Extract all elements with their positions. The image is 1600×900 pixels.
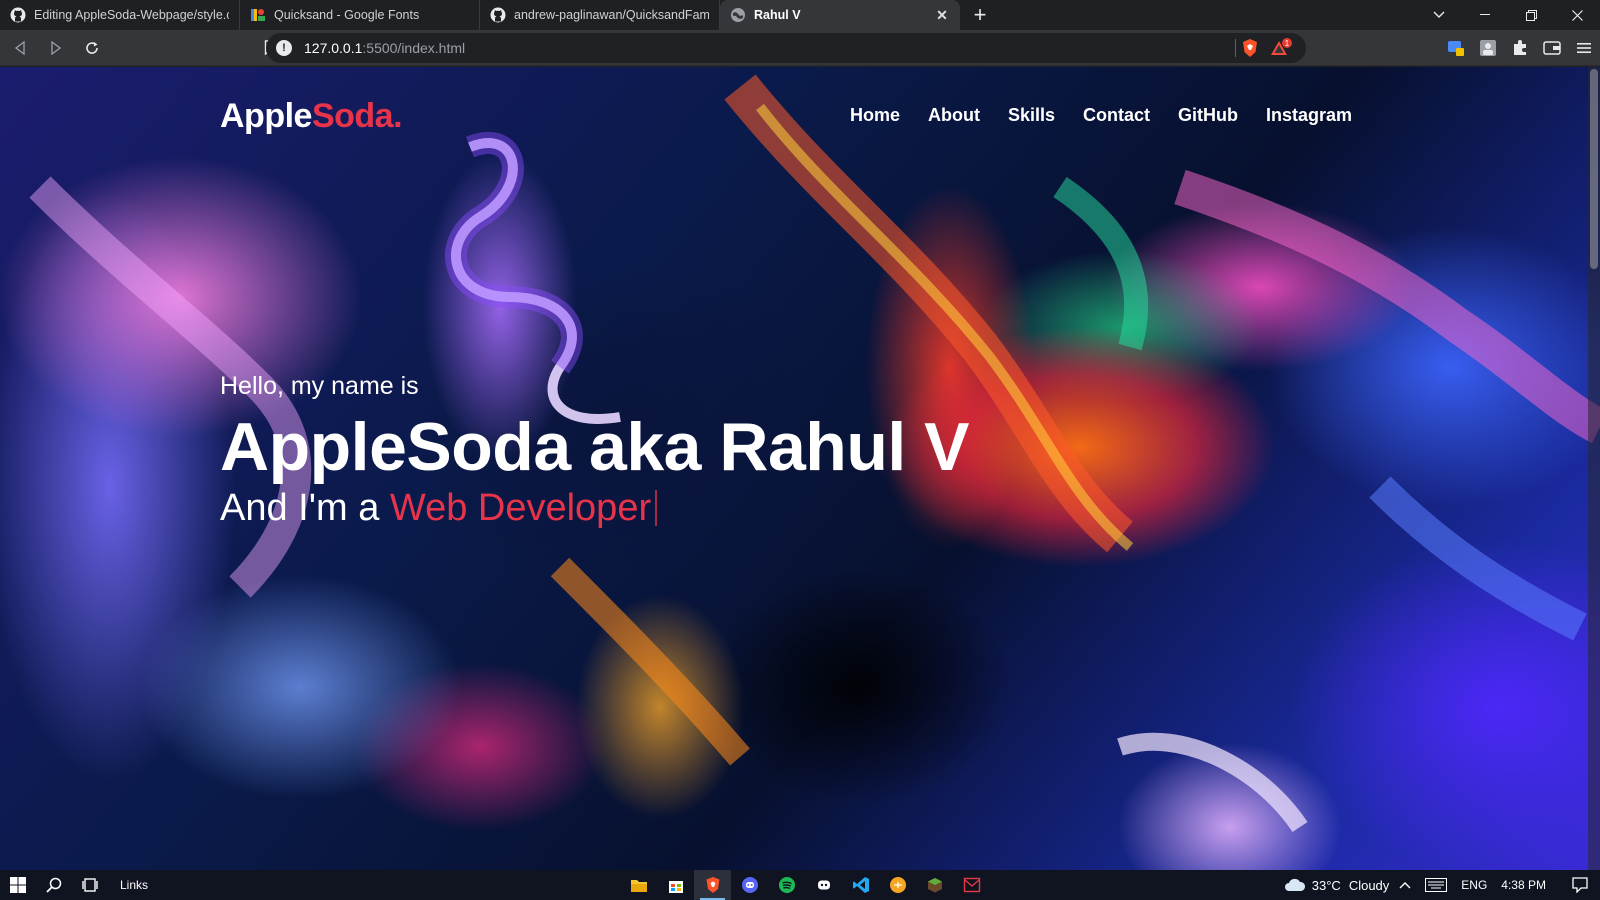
discord-icon[interactable] <box>731 870 768 900</box>
windows-start-icon[interactable] <box>0 870 36 900</box>
tab-title: Quicksand - Google Fonts <box>274 8 420 22</box>
mail-icon[interactable] <box>953 870 990 900</box>
typing-cursor <box>655 490 658 526</box>
scrollbar-thumb[interactable] <box>1590 69 1598 269</box>
menu-icon[interactable] <box>1568 32 1600 64</box>
wallet-icon[interactable] <box>1536 32 1568 64</box>
tab-title: Rahul V <box>754 8 801 22</box>
window-controls <box>1416 0 1600 30</box>
weather-condition: Cloudy <box>1348 877 1390 893</box>
brave-icon[interactable] <box>694 870 731 900</box>
close-tab-icon[interactable]: ✕ <box>934 7 950 23</box>
app-icon[interactable] <box>879 870 916 900</box>
vscode-icon[interactable] <box>842 870 879 900</box>
site-logo[interactable]: AppleSoda. <box>220 97 403 136</box>
windows-taskbar: Links 33°C Cloudy ENG 4:38 PM <box>0 870 1600 900</box>
url-host: 127.0.0.1 <box>304 40 363 56</box>
store-icon[interactable] <box>657 870 694 900</box>
tab-title: andrew-paglinawan/QuicksandFamily <box>514 8 709 22</box>
forward-icon[interactable] <box>40 32 72 64</box>
tab-quicksand-family[interactable]: andrew-paglinawan/QuicksandFamily <box>480 0 720 30</box>
hero-role-typed: Web Developer <box>389 487 652 529</box>
site-header: AppleSoda. Home About Skills Contact Git… <box>0 67 1600 167</box>
hero-role: And I'm a Web Developer <box>220 487 969 530</box>
hero-name: AppleSoda aka Rahul V <box>220 409 970 485</box>
nav-link-instagram[interactable]: Instagram <box>1266 105 1352 126</box>
extensions-area <box>1440 30 1600 66</box>
spotify-icon[interactable] <box>768 870 805 900</box>
site-nav: Home About Skills Contact GitHub Instagr… <box>850 105 1380 126</box>
github-icon <box>10 7 26 23</box>
address-bar[interactable]: ! 127.0.0.1:5500/index.html 1 <box>266 33 1306 63</box>
file-explorer-icon[interactable] <box>620 870 657 900</box>
tab-title: Editing AppleSoda-Webpage/style.css <box>34 8 229 22</box>
nav-link-home[interactable]: Home <box>850 105 900 126</box>
google-fonts-icon <box>250 7 266 23</box>
browser-toolbar: ! 127.0.0.1:5500/index.html 1 <box>0 30 1600 66</box>
new-tab-button[interactable]: + <box>960 0 1000 30</box>
reload-icon[interactable] <box>76 32 108 64</box>
profile-extension-icon[interactable] <box>1472 32 1504 64</box>
hero-greeting: Hello, my name is <box>220 372 419 400</box>
nav-link-about[interactable]: About <box>928 105 980 126</box>
hero-role-prefix: And I'm a <box>220 487 390 529</box>
discord-icon[interactable] <box>805 870 842 900</box>
clock[interactable]: 4:38 PM <box>1501 878 1546 892</box>
puzzle-extensions-icon[interactable] <box>1504 32 1536 64</box>
minimize-icon[interactable] <box>1462 0 1508 30</box>
github-icon <box>490 7 506 23</box>
page-viewport: AppleSoda. Home About Skills Contact Git… <box>0 67 1600 870</box>
omnibox-divider <box>1235 39 1236 57</box>
weather-temp: 33°C <box>1311 877 1341 893</box>
notification-center-icon[interactable] <box>1560 870 1600 900</box>
task-view-icon[interactable] <box>72 870 108 900</box>
tray-overflow-chevron-icon[interactable] <box>1399 881 1411 889</box>
tab-rahul-v[interactable]: Rahul V ✕ <box>720 0 960 30</box>
weather-widget[interactable]: 33°C Cloudy <box>1284 877 1390 893</box>
rewards-badge: 1 <box>1285 39 1290 48</box>
hero-section: Hello, my name is AppleSoda aka Rahul V … <box>220 372 970 530</box>
page-scrollbar[interactable] <box>1588 67 1600 870</box>
links-toolbar[interactable]: Links <box>120 878 148 892</box>
tab-search-chevron-icon[interactable] <box>1416 0 1462 30</box>
system-tray: 33°C Cloudy ENG 4:38 PM <box>1284 870 1600 900</box>
nav-link-skills[interactable]: Skills <box>1008 105 1055 126</box>
nav-link-contact[interactable]: Contact <box>1083 105 1150 126</box>
tab-github-style[interactable]: Editing AppleSoda-Webpage/style.css <box>0 0 240 30</box>
input-language[interactable]: ENG <box>1461 878 1487 892</box>
translate-extension-icon[interactable] <box>1440 32 1472 64</box>
minecraft-icon[interactable] <box>916 870 953 900</box>
taskbar-apps <box>620 870 990 900</box>
cloud-icon <box>1284 878 1305 891</box>
restore-icon[interactable] <box>1508 0 1554 30</box>
brave-shields-icon[interactable] <box>1240 38 1260 58</box>
logo-accent: Soda. <box>311 97 403 135</box>
back-icon[interactable] <box>4 32 36 64</box>
globe-icon <box>730 7 746 23</box>
nav-link-github[interactable]: GitHub <box>1178 105 1238 126</box>
close-window-icon[interactable] <box>1554 0 1600 30</box>
search-icon[interactable] <box>36 870 72 900</box>
keyboard-icon[interactable] <box>1425 878 1448 892</box>
url-path: :5500/index.html <box>362 40 466 56</box>
site-info-icon[interactable]: ! <box>276 40 292 56</box>
logo-main: Apple <box>220 97 312 135</box>
tab-google-fonts[interactable]: Quicksand - Google Fonts <box>240 0 480 30</box>
tab-strip: Editing AppleSoda-Webpage/style.css Quic… <box>0 0 1600 30</box>
brave-rewards-icon[interactable]: 1 <box>1270 38 1292 58</box>
